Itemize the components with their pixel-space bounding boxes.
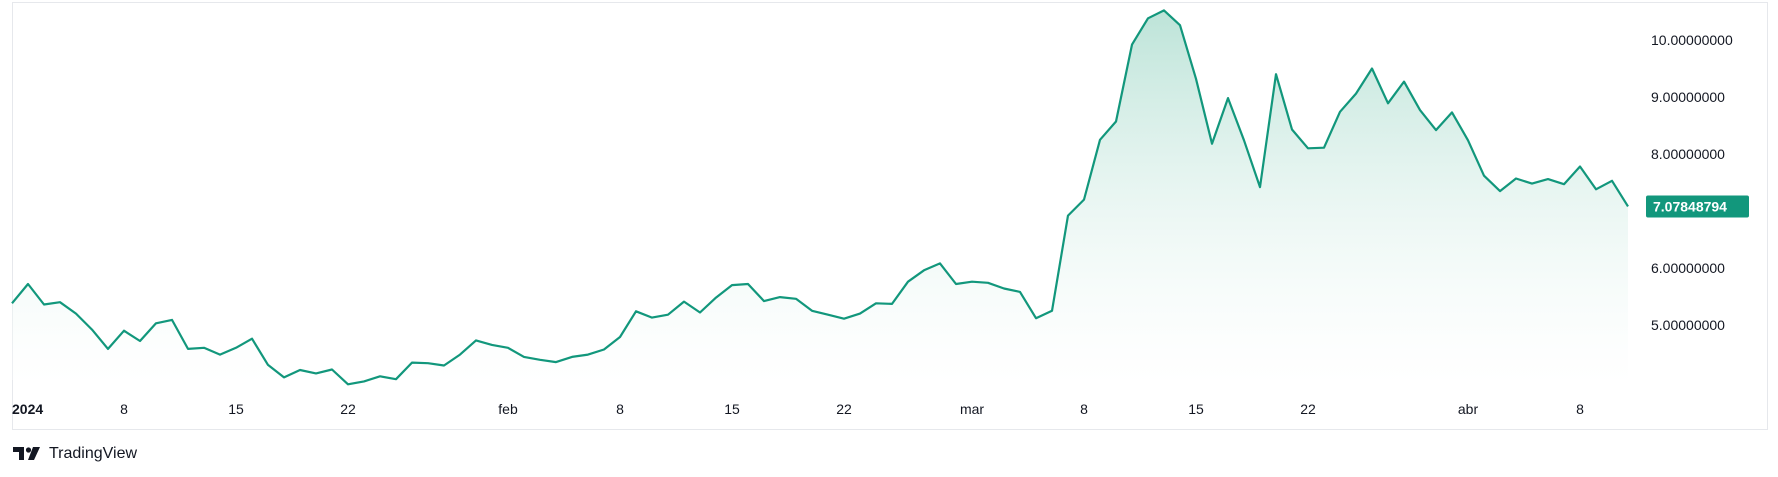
price-area-fill [12,10,1628,385]
y-tick-label: 6.00000000 [1651,260,1725,276]
y-tick-label: 5.00000000 [1651,317,1725,333]
tradingview-brand[interactable]: TradingView [13,445,137,463]
x-tick-label: feb [498,401,518,417]
x-tick-label: 2024 [12,401,43,417]
x-tick-label: 22 [340,401,356,417]
x-tick-label: 22 [836,401,852,417]
y-axis: 5.00000000 6.00000000 8.00000000 9.00000000… [1651,32,1733,333]
x-tick-label: 15 [724,401,740,417]
brand-name: TradingView [49,445,138,462]
y-tick-label: 10.00000000 [1651,32,1733,48]
last-price-tag: 7.07848794 [1646,195,1749,218]
tradingview-logo-icon [13,447,40,460]
x-tick-label: 8 [1576,401,1584,417]
x-tick-label: mar [960,401,984,417]
y-tick-label: 8.00000000 [1651,146,1725,162]
x-tick-label: 15 [1188,401,1204,417]
x-tick-label: 8 [120,401,128,417]
x-tick-label: 8 [616,401,624,417]
x-tick-label: 8 [1080,401,1088,417]
x-tick-label: 15 [228,401,244,417]
x-tick-label: 22 [1300,401,1316,417]
price-chart[interactable]: 5.00000000 6.00000000 8.00000000 9.00000000… [0,0,1778,440]
x-tick-label: abr [1458,401,1479,417]
x-axis: 2024 8 15 22 feb 8 15 22 mar 8 15 22 abr 8 [12,401,1584,417]
last-price-label: 7.07848794 [1653,198,1727,214]
y-tick-label: 9.00000000 [1651,89,1725,105]
